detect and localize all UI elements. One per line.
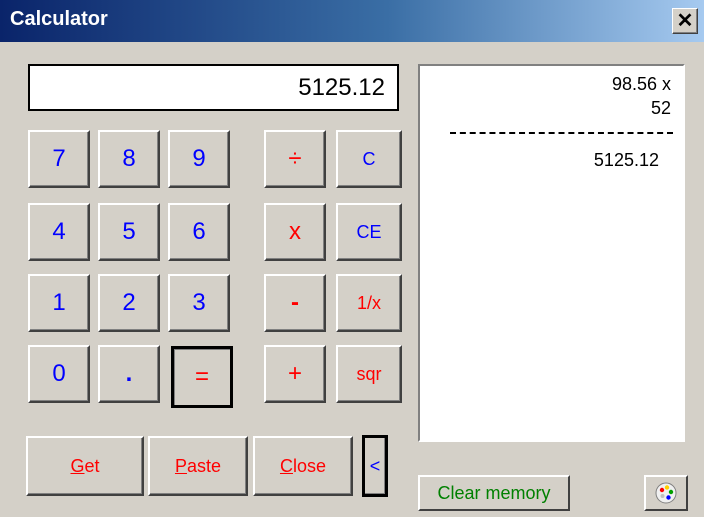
key-0[interactable]: 0 (28, 345, 90, 403)
key-8[interactable]: 8 (98, 130, 160, 188)
palette-button[interactable] (644, 475, 688, 511)
key-equals[interactable]: = (171, 346, 233, 408)
key-clear[interactable]: C (336, 130, 402, 188)
key-sqrt[interactable]: sqr (336, 345, 402, 403)
key-3[interactable]: 3 (168, 274, 230, 332)
key-4[interactable]: 4 (28, 203, 90, 261)
key-divide[interactable]: ÷ (264, 130, 326, 188)
close-mnemonic: C (279, 455, 293, 476)
window-title: Calculator (10, 8, 108, 30)
tape-separator (450, 132, 673, 134)
key-multiply[interactable]: x (264, 203, 326, 261)
clear-memory-button[interactable]: Clear memory (418, 475, 570, 511)
tape-panel: 98.56 x 52 5125.12 (418, 64, 685, 442)
close-button[interactable]: Close (253, 436, 353, 496)
key-clear-entry[interactable]: CE (336, 203, 402, 261)
paste-mnemonic: P (174, 455, 187, 476)
key-6[interactable]: 6 (168, 203, 230, 261)
palette-icon (655, 482, 677, 504)
key-2[interactable]: 2 (98, 274, 160, 332)
tape-result: 5125.12 (593, 150, 659, 170)
get-button[interactable]: Get (26, 436, 144, 496)
close-window-button[interactable]: ✕ (672, 8, 698, 34)
key-minus[interactable]: - (264, 274, 326, 332)
close-label: lose (292, 455, 327, 476)
key-reciprocal[interactable]: 1/x (336, 274, 402, 332)
paste-label: aste (186, 455, 222, 476)
key-9[interactable]: 9 (168, 130, 230, 188)
close-icon: ✕ (676, 10, 694, 32)
key-7[interactable]: 7 (28, 130, 90, 188)
key-plus[interactable]: + (264, 345, 326, 403)
key-5[interactable]: 5 (98, 203, 160, 261)
paste-button[interactable]: Paste (148, 436, 248, 496)
get-mnemonic: G (70, 455, 85, 476)
get-label: et (84, 455, 100, 476)
key-decimal[interactable]: . (98, 345, 160, 403)
tape-line-operand: 52 (650, 98, 671, 118)
title-bar: Calculator ✕ (0, 0, 704, 42)
key-1[interactable]: 1 (28, 274, 90, 332)
collapse-tape-button[interactable]: < (362, 435, 388, 497)
tape-line-operand: 98.56 x (611, 74, 671, 94)
result-display: 5125.12 (28, 64, 399, 111)
